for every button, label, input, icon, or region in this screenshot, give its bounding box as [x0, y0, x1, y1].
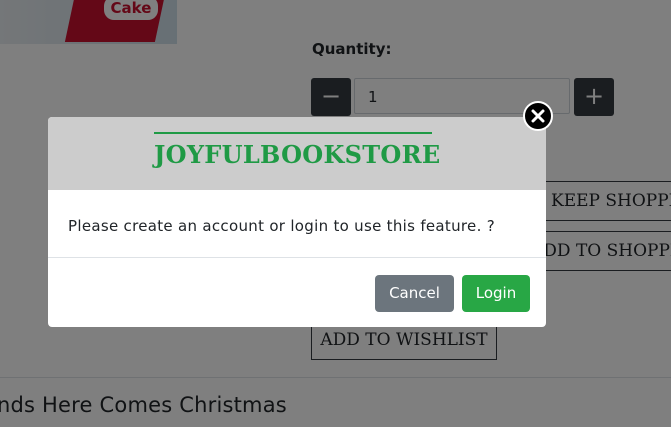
modal-footer: Cancel Login	[48, 258, 546, 327]
modal-body: Please create an account or login to use…	[48, 190, 546, 258]
modal-header: JOYFULBOOKSTORE	[48, 117, 546, 190]
login-required-modal: JOYFULBOOKSTORE Please create an account…	[48, 117, 546, 327]
close-icon	[531, 109, 545, 123]
modal-message: Please create an account or login to use…	[68, 217, 495, 235]
cancel-button[interactable]: Cancel	[375, 275, 454, 312]
login-button[interactable]: Login	[462, 275, 530, 312]
modal-close-button[interactable]	[523, 101, 553, 131]
store-brand-logo: JOYFULBOOKSTORE	[154, 132, 440, 172]
